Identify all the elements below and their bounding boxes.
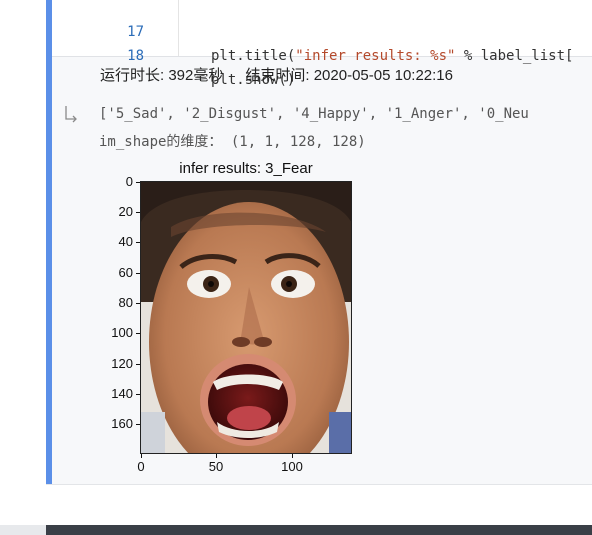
bottom-left-strip — [0, 525, 46, 535]
y-tick-label: 0 — [125, 174, 133, 189]
run-duration: 运行时长: 392毫秒 — [100, 67, 224, 84]
run-end-time: 结束时间: 2020-05-05 10:22:16 — [245, 67, 453, 84]
y-tick-label: 120 — [111, 356, 133, 371]
x-tick-mark — [216, 454, 217, 458]
y-tick-mark — [136, 394, 140, 395]
y-tick-label: 80 — [118, 295, 133, 310]
code-string: "infer results: %s" — [295, 48, 456, 64]
y-tick-label: 60 — [118, 265, 133, 280]
output-line: im_shape的维度： (1, 1, 128, 128) — [99, 134, 366, 150]
output-line: ['5_Sad', '2_Disgust', '4_Happy', '1_Ang… — [99, 106, 529, 122]
run-meta: 运行时长: 392毫秒 结束时间: 2020-05-05 10:22:16 — [100, 64, 475, 85]
plot-title: infer results: 3_Fear — [179, 160, 313, 177]
y-tick-mark — [136, 182, 140, 183]
y-tick-mark — [136, 273, 140, 274]
code-editor[interactable]: 17 plt.title("infer results: %s" % label… — [52, 0, 592, 88]
y-tick-label: 20 — [118, 204, 133, 219]
notebook-page: 17 plt.title("infer results: %s" % label… — [0, 0, 592, 535]
x-tick-mark — [141, 454, 142, 458]
face-image — [140, 181, 352, 454]
y-tick-label: 100 — [111, 325, 133, 340]
y-tick-label: 160 — [111, 416, 133, 431]
y-tick-mark — [136, 212, 140, 213]
y-tick-label: 40 — [118, 234, 133, 249]
y-tick-label: 140 — [111, 386, 133, 401]
y-tick-mark — [136, 333, 140, 334]
code-token: plt.title( — [211, 48, 296, 64]
y-tick-mark — [136, 242, 140, 243]
x-tick-label: 0 — [137, 459, 145, 474]
code-line[interactable]: 18 plt.show() — [52, 20, 592, 88]
bottom-status-bar — [46, 525, 592, 535]
code-token: % label_list[ — [455, 48, 574, 64]
y-tick-mark — [136, 424, 140, 425]
x-tick-mark — [292, 454, 293, 458]
output-arrow-icon[interactable] — [64, 105, 80, 123]
y-tick-mark — [136, 303, 140, 304]
code-line[interactable]: 17 plt.title("infer results: %s" % label… — [52, 0, 592, 64]
x-tick-label: 50 — [208, 459, 224, 474]
x-tick-label: 100 — [281, 459, 303, 474]
y-tick-mark — [136, 364, 140, 365]
